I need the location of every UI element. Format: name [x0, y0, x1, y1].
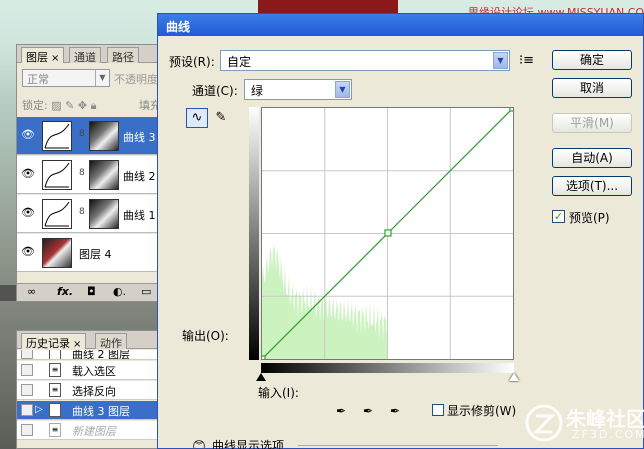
chevron-down-icon: ▼ [95, 70, 109, 86]
dialog-title-bar[interactable]: 曲线 [158, 14, 643, 36]
white-point-slider[interactable] [509, 373, 519, 381]
list-item[interactable]: ≡ 选择反向 [17, 381, 165, 400]
output-gradient-bar [249, 107, 259, 360]
options-button[interactable]: 选项(T)... [552, 176, 632, 196]
curve-point[interactable] [258, 355, 266, 363]
pencil-tool-icon[interactable]: ✎ [210, 108, 232, 128]
blend-mode-select[interactable]: 正常 ▼ [22, 69, 110, 87]
curve-plot[interactable] [258, 104, 517, 363]
history-state-icon: ≡ [49, 383, 61, 397]
curve-point-tool-icon[interactable]: ∿ [186, 108, 208, 128]
layer-thumbnail [42, 238, 72, 268]
layer-name: 曲线 2 [123, 170, 156, 183]
layer-row[interactable]: 👁︎ 8 曲线 2 [17, 156, 165, 194]
lock-row: 锁定: ▨ ✎ ✥ 🔒︎ [22, 99, 97, 112]
smooth-button[interactable]: 平滑(M) [552, 113, 632, 133]
history-brush-icon[interactable]: ▷ [35, 404, 43, 415]
black-point-slider[interactable] [256, 373, 266, 381]
dialog-title: 曲线 [166, 20, 191, 34]
layer-name: 曲线 1 [123, 209, 156, 222]
curves-dialog: 曲线 预设(R): 自定 ▼ ⁝≡ 通道(C): 绿 ▼ ∿ ✎ 输出(O): 输入… [157, 13, 644, 449]
visibility-eye-icon[interactable]: 👁︎ [20, 127, 36, 143]
opacity-label: 不透明度 [114, 73, 158, 86]
tab-channels[interactable]: 通道 [69, 47, 101, 64]
curve-display-options-label: 曲线显示选项 [212, 439, 285, 449]
layers-panel-tabs: 图层 × 通道 路径 [17, 45, 165, 64]
tab-layers[interactable]: 图层 × [21, 47, 65, 64]
gray-eyedropper-icon[interactable]: ✒ [363, 404, 373, 418]
add-mask-icon[interactable]: ◘ [87, 285, 96, 298]
chevron-down-icon: ▼ [335, 81, 350, 98]
history-state-icon: ≡ [49, 423, 61, 437]
history-panel-tabs: 历史记录 × 动作 [17, 331, 165, 350]
close-icon[interactable]: × [73, 339, 81, 350]
layer-mask-thumbnail[interactable] [89, 199, 119, 229]
lock-paint-icon[interactable]: ✎ [65, 99, 74, 112]
layer-mask-thumbnail[interactable] [89, 121, 119, 151]
cancel-button[interactable]: 取消 [552, 78, 632, 98]
lock-all-icon[interactable]: 🔒︎ [91, 99, 97, 112]
chain-link-icon[interactable]: 8 [79, 168, 87, 182]
preview-checkbox[interactable]: ✓ [552, 210, 565, 223]
chain-link-icon[interactable]: 8 [79, 207, 87, 221]
curves-adjustment-icon [42, 199, 72, 229]
curve-point[interactable] [384, 229, 392, 237]
layer-row[interactable]: 👁︎ 8 曲线 3 [17, 117, 165, 155]
show-clipping-label: 显示修剪(W) [447, 404, 517, 418]
history-panel: 历史记录 × 动作 曲线 2 图层 ≡ 载入选区 ≡ 选择反向 ▷ ≡ 曲线 3 图层 ≡… [16, 330, 166, 449]
channel-select[interactable]: 绿 ▼ [244, 79, 352, 100]
layer-name: 曲线 3 [123, 131, 156, 144]
photo-red-area [258, 0, 398, 14]
list-item[interactable]: ≡ 载入选区 [17, 361, 165, 380]
close-icon[interactable]: × [51, 53, 59, 64]
list-item[interactable]: ▷ ≡ 曲线 3 图层 [17, 401, 165, 420]
expand-chevron-icon[interactable]: ︾ [193, 440, 205, 449]
auto-button[interactable]: 自动(A) [552, 148, 632, 168]
layer-row[interactable]: 👁︎ 图层 4 [17, 234, 165, 272]
chain-link-icon[interactable]: 8 [79, 129, 87, 143]
input-label: 输入(I): [258, 386, 299, 400]
history-state-icon: ≡ [49, 363, 61, 377]
watermark-logo: 朱峰社区 ZF3D.COM [522, 400, 644, 446]
list-item[interactable]: ≡ 新建图层 [17, 421, 165, 440]
curve-point[interactable] [509, 104, 517, 112]
ok-button[interactable]: 确定 [552, 50, 632, 70]
channel-label: 通道(C): [192, 84, 238, 98]
fx-icon[interactable]: fx. [57, 285, 73, 298]
layer-name: 图层 4 [79, 248, 112, 261]
preset-label: 预设(R): [169, 55, 215, 69]
layer-mask-thumbnail[interactable] [89, 160, 119, 190]
lock-move-icon[interactable]: ✥ [78, 99, 87, 112]
visibility-eye-icon[interactable]: 👁︎ [20, 244, 36, 260]
preview-label: 预览(P) [569, 211, 610, 225]
tab-actions[interactable]: 动作 [95, 333, 127, 350]
visibility-eye-icon[interactable]: 👁︎ [20, 205, 36, 221]
preset-select[interactable]: 自定 ▼ [220, 50, 510, 71]
white-eyedropper-icon[interactable]: ✒ [390, 404, 400, 418]
preset-options-icon[interactable]: ⁝≡ [519, 53, 534, 68]
divider [298, 445, 498, 446]
input-gradient-bar [261, 363, 514, 373]
visibility-eye-icon[interactable]: 👁︎ [20, 166, 36, 182]
adjustment-layer-icon[interactable]: ◐. [113, 285, 126, 298]
link-layers-icon[interactable]: ∞ [27, 285, 36, 298]
black-eyedropper-icon[interactable]: ✒ [336, 404, 346, 418]
history-state-icon [49, 350, 61, 359]
curve-graph[interactable] [258, 104, 517, 363]
folder-icon[interactable]: ▭ [141, 285, 151, 298]
list-item[interactable]: 曲线 2 图层 [17, 350, 165, 360]
output-label: 输出(O): [182, 329, 229, 343]
layer-row[interactable]: 👁︎ 8 曲线 1 [17, 195, 165, 233]
layers-bottom-toolbar: ∞ fx. ◘ ◐. ▭ [17, 283, 165, 301]
tab-paths[interactable]: 路径 [107, 47, 139, 64]
tab-history[interactable]: 历史记录 × [21, 333, 87, 350]
layers-panel: 图层 × 通道 路径 正常 ▼ 不透明度 锁定: ▨ ✎ ✥ 🔒︎ 填充 👁︎ 8 … [16, 44, 166, 302]
history-state-icon: ≡ [49, 403, 61, 417]
curves-adjustment-icon [42, 121, 72, 151]
lock-transparent-icon[interactable]: ▨ [51, 99, 61, 112]
chevron-down-icon: ▼ [493, 52, 508, 69]
curves-adjustment-icon [42, 160, 72, 190]
show-clipping-checkbox[interactable] [432, 404, 444, 416]
